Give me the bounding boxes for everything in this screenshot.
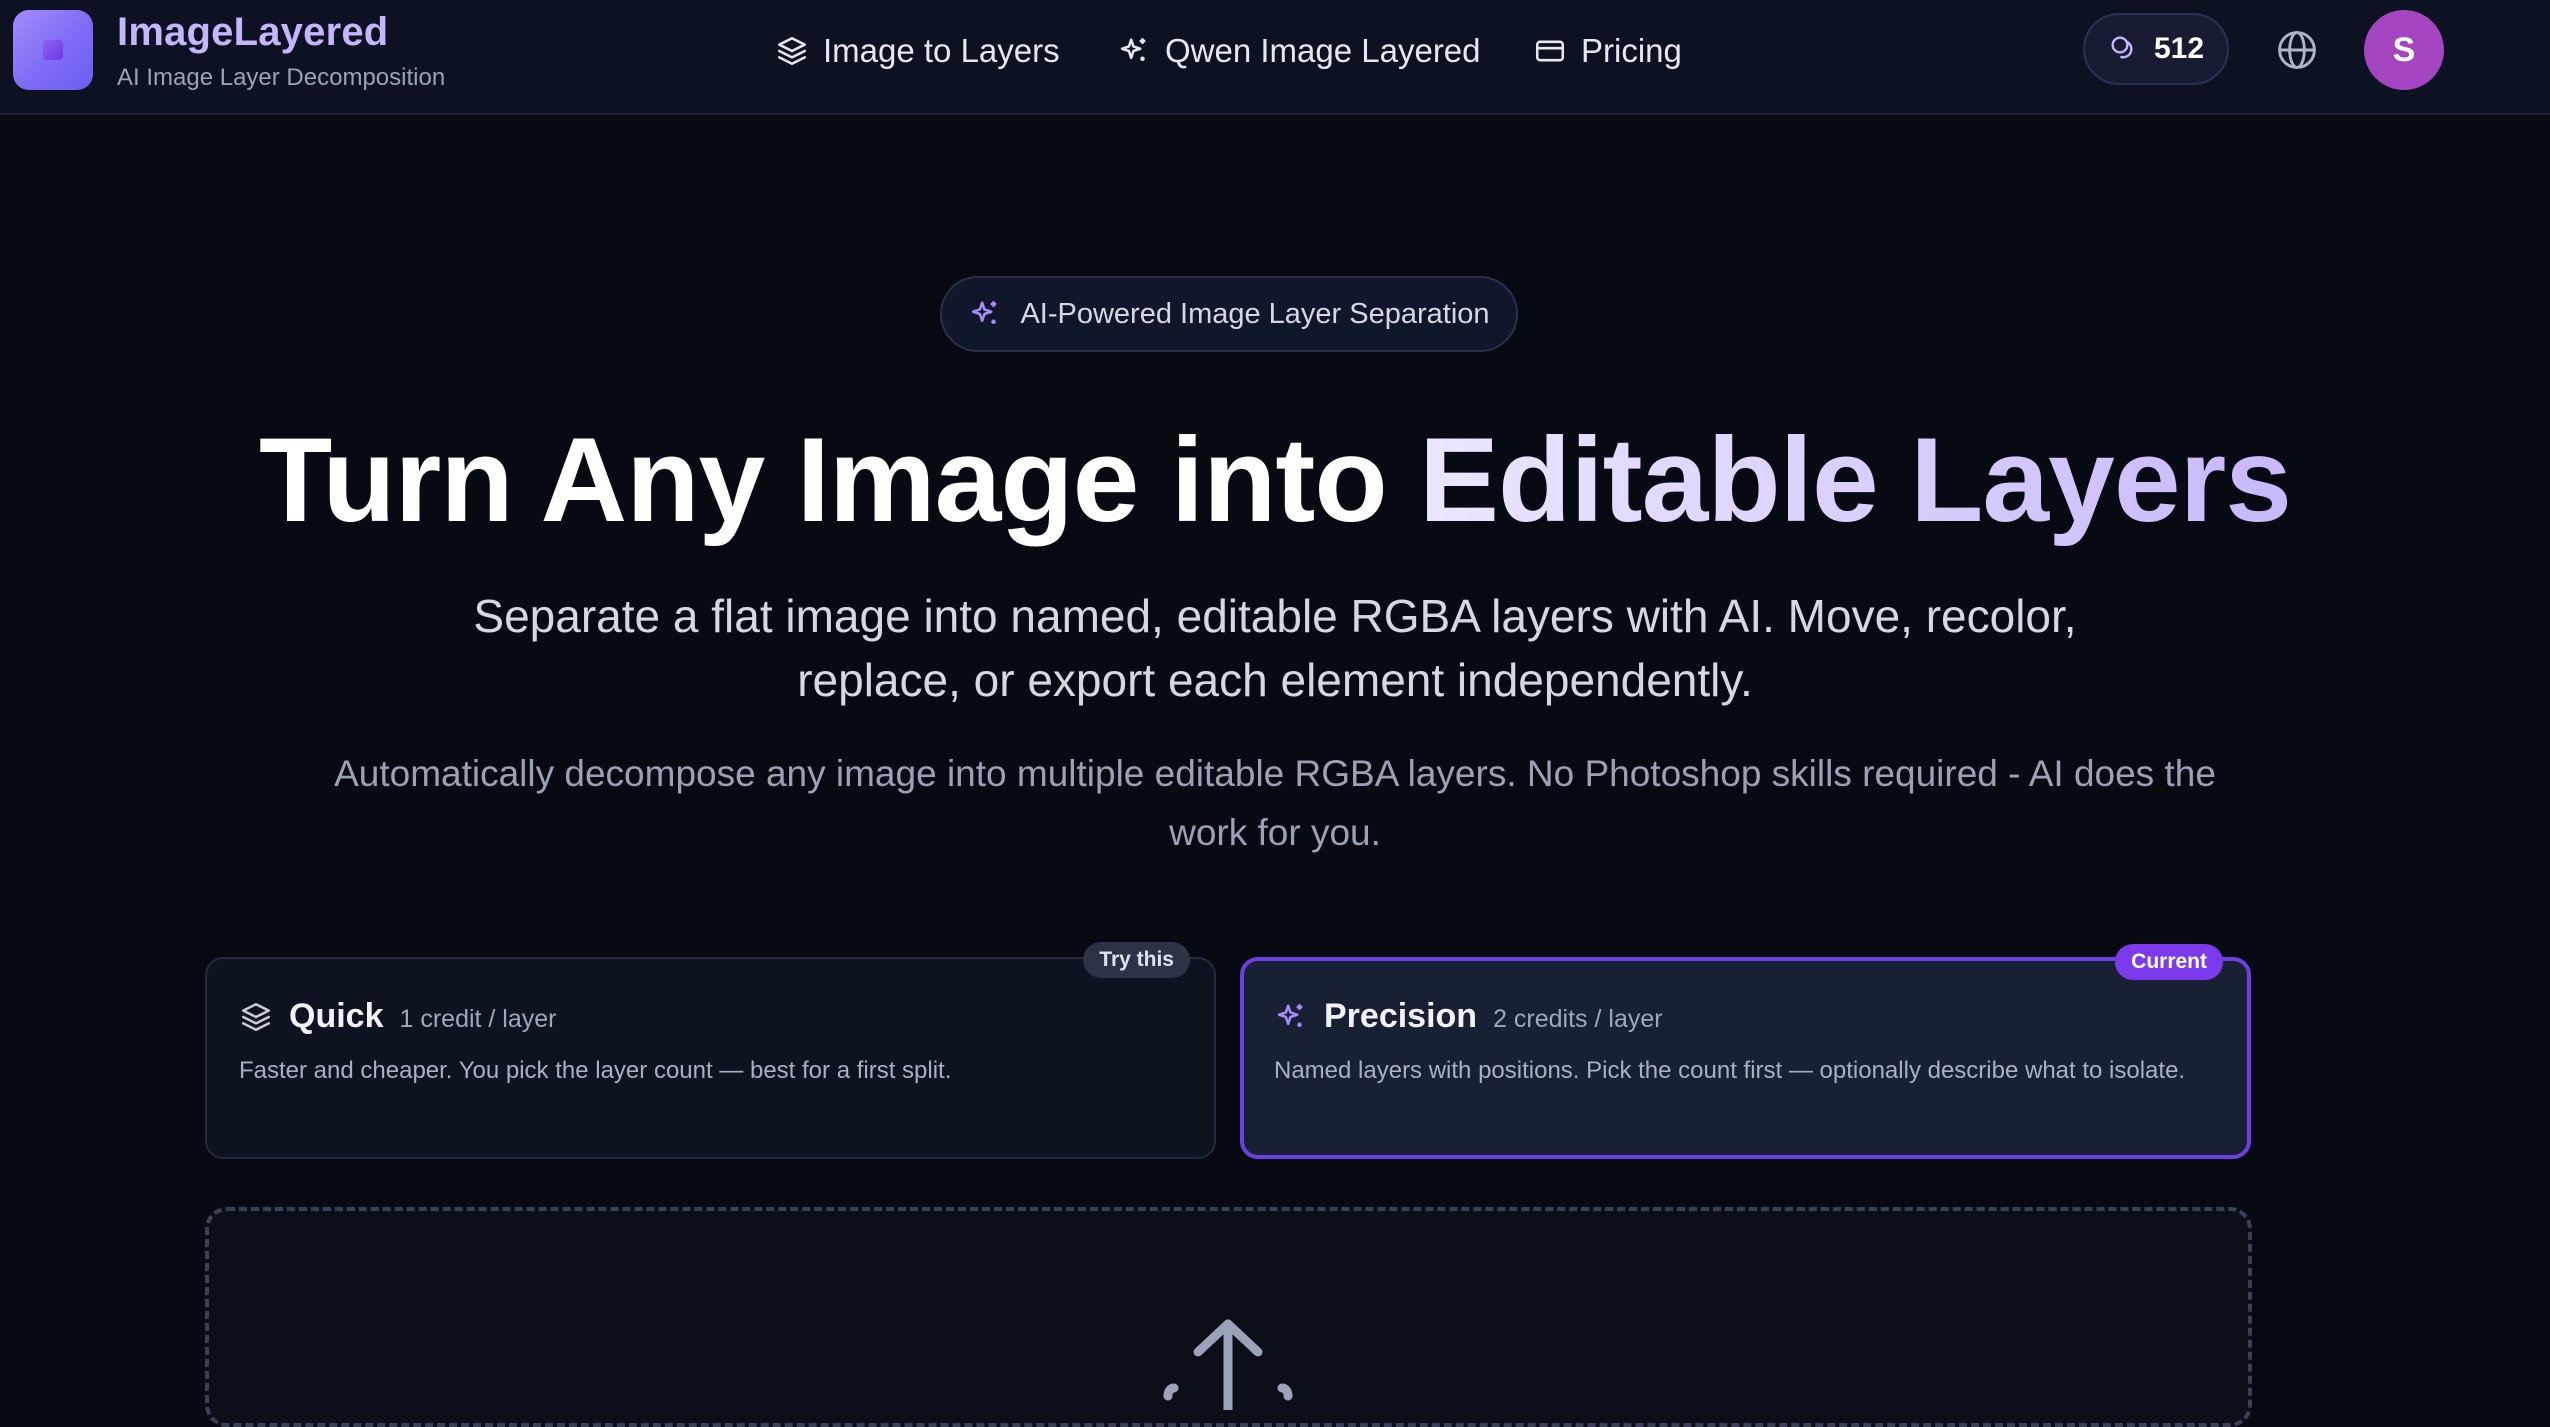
badge-label: AI-Powered Image Layer Separation bbox=[1020, 297, 1490, 330]
mode-name: Precision bbox=[1324, 997, 1478, 1035]
nav-label: Qwen Image Layered bbox=[1165, 32, 1481, 69]
mode-description: Named layers with positions. Pick the co… bbox=[1274, 1057, 2186, 1084]
nav-pricing[interactable]: Pricing bbox=[1533, 30, 1682, 72]
mode-card-precision[interactable]: Current Precision 2 credits / layer Name… bbox=[1240, 944, 2251, 1159]
sparkles-icon bbox=[1277, 1003, 1303, 1027]
logo-icon[interactable] bbox=[13, 10, 93, 90]
hero-badge: AI-Powered Image Layer Separation bbox=[940, 276, 1518, 352]
nav-qwen-image-layered[interactable]: Qwen Image Layered bbox=[1117, 30, 1481, 72]
nav-label: Pricing bbox=[1581, 32, 1682, 69]
layers-icon bbox=[241, 1002, 271, 1031]
globe-icon[interactable] bbox=[2275, 28, 2319, 72]
upload-icon bbox=[1163, 1319, 1293, 1410]
nav-label: Image to Layers bbox=[823, 32, 1060, 69]
top-navbar: ImageLayered AI Image Layer Decompositio… bbox=[0, 0, 2550, 115]
brand-name[interactable]: ImageLayered bbox=[117, 10, 388, 55]
sparkles-icon bbox=[972, 301, 997, 324]
nav-image-to-layers[interactable]: Image to Layers bbox=[775, 30, 1060, 72]
mode-cost: 1 credit / layer bbox=[399, 1005, 557, 1033]
current-badge: Current bbox=[2115, 944, 2223, 980]
credits-balance[interactable]: 512 bbox=[2083, 13, 2229, 85]
hero-title: Turn Any Image into Editable Layers bbox=[0, 405, 2550, 555]
sparkles-icon bbox=[1120, 38, 1146, 61]
mode-name: Quick bbox=[289, 997, 384, 1035]
mode-description: Faster and cheaper. You pick the layer c… bbox=[239, 1057, 952, 1084]
credits-count: 512 bbox=[2153, 32, 2205, 65]
layers-icon bbox=[777, 36, 807, 66]
hero-title-main: Turn Any Image into bbox=[258, 413, 1419, 547]
try-this-badge: Try this bbox=[1083, 942, 1190, 978]
brand-tagline: AI Image Layer Decomposition bbox=[117, 64, 446, 91]
mode-card-quick[interactable]: Try this Quick 1 credit / layer Faster a… bbox=[205, 942, 1216, 1159]
avatar[interactable]: S bbox=[2364, 10, 2444, 90]
hero-description: Automatically decompose any image into m… bbox=[334, 753, 2216, 853]
mode-cost: 2 credits / layer bbox=[1493, 1005, 1663, 1033]
coins-icon bbox=[2111, 36, 2133, 59]
credit-card-icon bbox=[1535, 40, 1565, 62]
hero-subtitle: Separate a flat image into named, editab… bbox=[473, 590, 2077, 706]
hero-title-accent: Editable Layers bbox=[1418, 413, 2292, 547]
